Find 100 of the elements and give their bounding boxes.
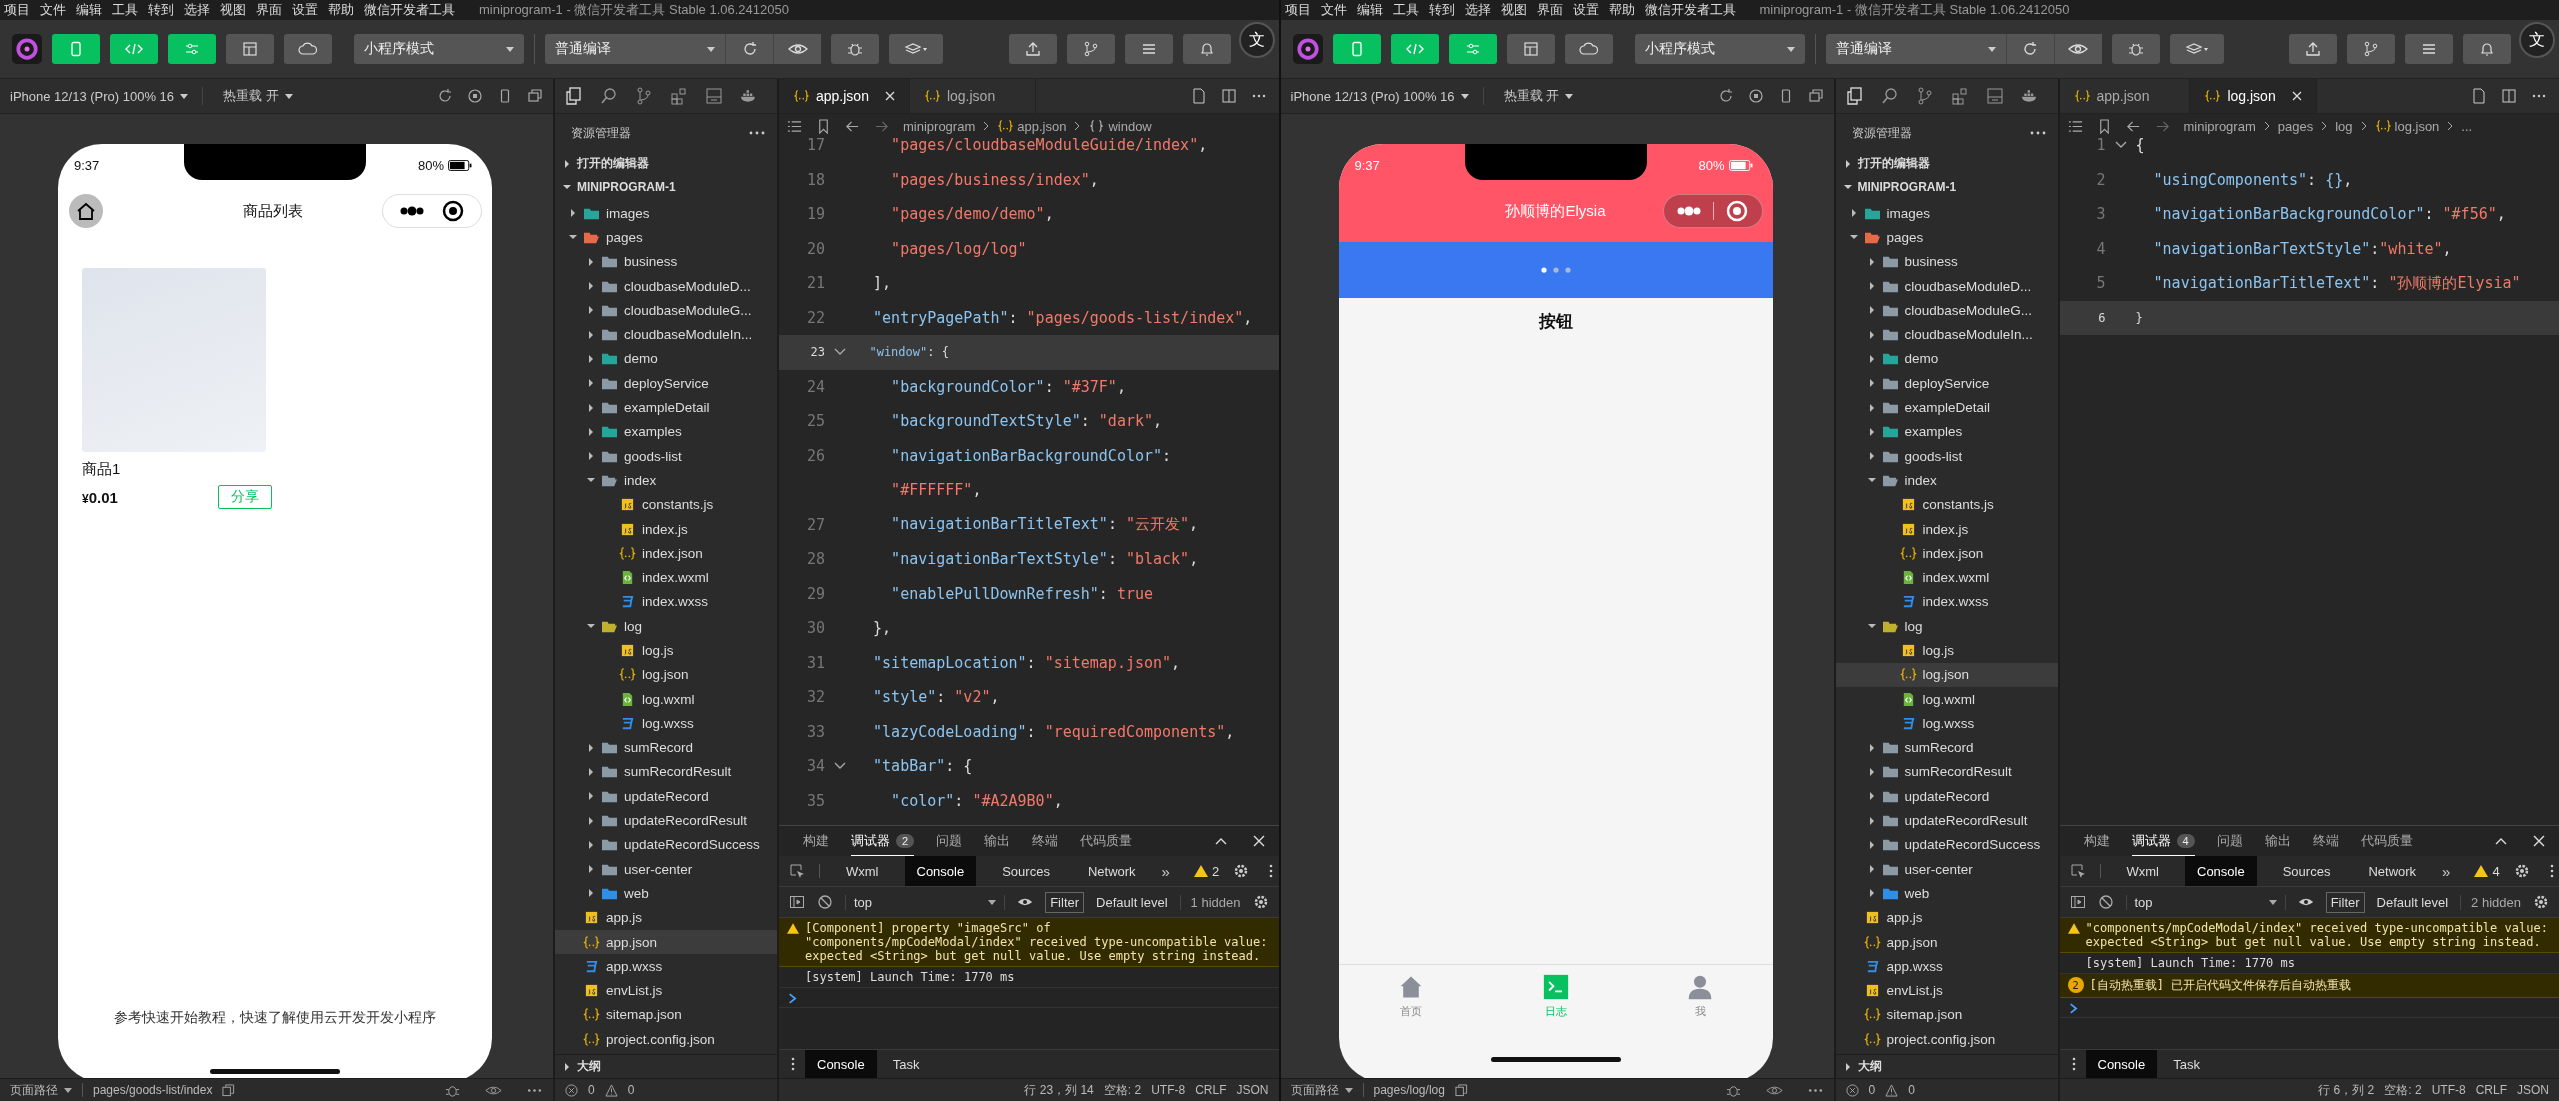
more-tabs-button[interactable]: » [1161,862,1170,880]
menu-item[interactable]: 选择 [1464,1,1491,19]
editor-tab[interactable]: log.json [2190,79,2317,113]
file-tree-item[interactable]: app.js [555,905,777,930]
language-mode[interactable]: JSON [2517,1083,2549,1097]
breadcrumb-item[interactable]: miniprogram [2183,118,2256,134]
panel-tab[interactable]: 问题 [936,826,963,856]
filter-field[interactable]: Filter [2325,891,2365,913]
menu-item[interactable]: 视图 [1500,1,1527,19]
file-tree-item[interactable]: app.json [1835,929,2058,955]
encoding[interactable]: UTF-8 [2431,1083,2466,1097]
menu-item[interactable]: 设置 [292,1,318,19]
tab-bar-item[interactable]: 首页 [1338,965,1484,1027]
devtools-tab[interactable]: Sources [2270,856,2343,886]
panel-tab[interactable]: 输出 [984,826,1011,856]
file-tree-item[interactable]: index.js [1835,516,2058,542]
panel-tab[interactable]: 构建 [803,826,829,856]
file-tree-item[interactable]: updateRecordResult [555,808,777,833]
file-tree-item[interactable]: sumRecord [555,735,777,760]
file-tree-item[interactable]: index.js [555,516,777,542]
drawer-tab[interactable]: Console [805,1050,877,1078]
mode-dropdown[interactable]: 小程序模式 [354,34,524,64]
section-header[interactable]: MINIPROGRAM-1 [1835,175,2058,198]
context-dropdown[interactable]: top [2125,894,2286,910]
file-tree-item[interactable]: index [555,468,777,493]
menu-item[interactable]: 选择 [184,1,210,19]
drawer-tab[interactable]: Console [2085,1050,2158,1078]
file-tree-item[interactable]: updateRecordSuccess [1835,832,2058,857]
file-tree-item[interactable]: web [1835,881,2058,906]
file-tree-item[interactable]: pages [1835,225,2058,250]
devtools-tab[interactable]: Wxml [2114,856,2171,886]
page-path-dropdown[interactable]: 页面路径 [1290,1081,1353,1099]
panel-tab[interactable]: 输出 [2264,826,2291,856]
file-tree-item[interactable]: sitemap.json [555,1002,777,1028]
file-tree-item[interactable]: log.js [555,638,777,663]
file-tree-item[interactable]: index.wxss [1835,589,2058,615]
log-level-dropdown[interactable]: Default level [1096,894,1168,910]
breadcrumb-item[interactable]: log.json [2374,118,2440,134]
button-label[interactable]: 按钮 [1338,310,1773,333]
file-tree-item[interactable]: cloudbaseModuleD... [555,273,777,299]
file-tree-item[interactable]: business [1835,249,2058,274]
menu-item[interactable]: 转到 [148,1,174,19]
file-tree-item[interactable]: constants.js [555,492,777,517]
menu-item[interactable]: 文件 [40,1,66,19]
breadcrumb-item[interactable]: app.json [997,118,1067,134]
file-tree-item[interactable]: user-center [1835,857,2058,882]
error-count[interactable]: 0 [588,1083,595,1097]
menu-item[interactable]: 编辑 [1356,1,1383,19]
page-path-dropdown[interactable]: 页面路径 [10,1081,72,1099]
warning-count[interactable]: 0 [627,1083,635,1097]
panel-tab[interactable]: 终端 [1032,826,1059,856]
file-tree-item[interactable]: sumRecordResult [1835,759,2058,785]
file-tree-item[interactable]: user-center [555,857,777,882]
cursor-position[interactable]: 行 6，列 2 [2318,1081,2375,1099]
devtools-tab[interactable]: Network [2356,856,2429,886]
file-tree-item[interactable]: envList.js [555,978,777,1003]
file-tree-item[interactable]: deployService [555,371,777,396]
device-dropdown[interactable]: iPhone 12/13 (Pro) 100% 16 [10,88,189,104]
line-ending[interactable]: CRLF [2475,1083,2507,1097]
menu-item[interactable]: 编辑 [76,1,102,19]
warning-count[interactable]: 2 [1193,863,1220,879]
warning-count[interactable]: 0 [1908,1083,1915,1097]
file-tree-item[interactable]: index.wxml [1835,565,2058,590]
file-tree-item[interactable]: project.config.json [1835,1027,2058,1052]
file-tree-item[interactable]: app.wxss [555,954,777,979]
devtools-tab[interactable]: Wxml [834,856,891,886]
drawer-tab[interactable]: Task [880,1050,932,1078]
devtools-tab[interactable]: Sources [990,856,1062,886]
file-tree-item[interactable]: log.js [1835,638,2058,663]
file-tree-item[interactable]: log [555,614,777,639]
mode-dropdown[interactable]: 小程序模式 [1634,34,1805,64]
file-tree-item[interactable]: business [555,249,777,274]
compile-dropdown[interactable]: 普通编译 [1825,34,2006,64]
breadcrumb-item[interactable]: ... [2461,118,2473,134]
file-tree-item[interactable]: constants.js [1835,492,2058,517]
file-tree-item[interactable]: index [1835,468,2058,493]
breadcrumb-item[interactable]: window [1088,118,1152,134]
menu-item[interactable]: 帮助 [1608,1,1635,19]
menu-item[interactable]: 设置 [1572,1,1599,19]
file-tree-item[interactable]: exampleDetail [1835,395,2058,420]
menu-item[interactable]: 文件 [1320,1,1347,19]
panel-tab[interactable]: 构建 [2083,826,2110,856]
devtools-tab[interactable]: Network [1075,856,1148,886]
encoding[interactable]: UTF-8 [1151,1083,1186,1097]
file-tree-item[interactable]: index.wxss [555,589,777,615]
file-tree-item[interactable]: log [1835,614,2058,639]
language-mode[interactable]: JSON [1236,1083,1269,1097]
file-tree-item[interactable]: updateRecord [555,784,777,809]
file-tree-item[interactable]: log.json [1835,662,2058,687]
menu-item[interactable]: 项目 [4,1,30,19]
log-level-dropdown[interactable]: Default level [2376,894,2449,910]
file-tree-item[interactable]: updateRecord [1835,784,2058,809]
context-dropdown[interactable]: top [845,894,1006,910]
file-tree-item[interactable]: images [555,201,777,226]
menu-item[interactable]: 项目 [1284,1,1311,19]
file-tree-item[interactable]: index.json [1835,541,2058,566]
file-tree-item[interactable]: deployService [1835,371,2058,396]
file-tree-item[interactable]: examples [555,419,777,444]
menu-item[interactable]: 工具 [112,1,138,19]
file-tree-item[interactable]: cloudbaseModuleD... [1835,273,2058,299]
